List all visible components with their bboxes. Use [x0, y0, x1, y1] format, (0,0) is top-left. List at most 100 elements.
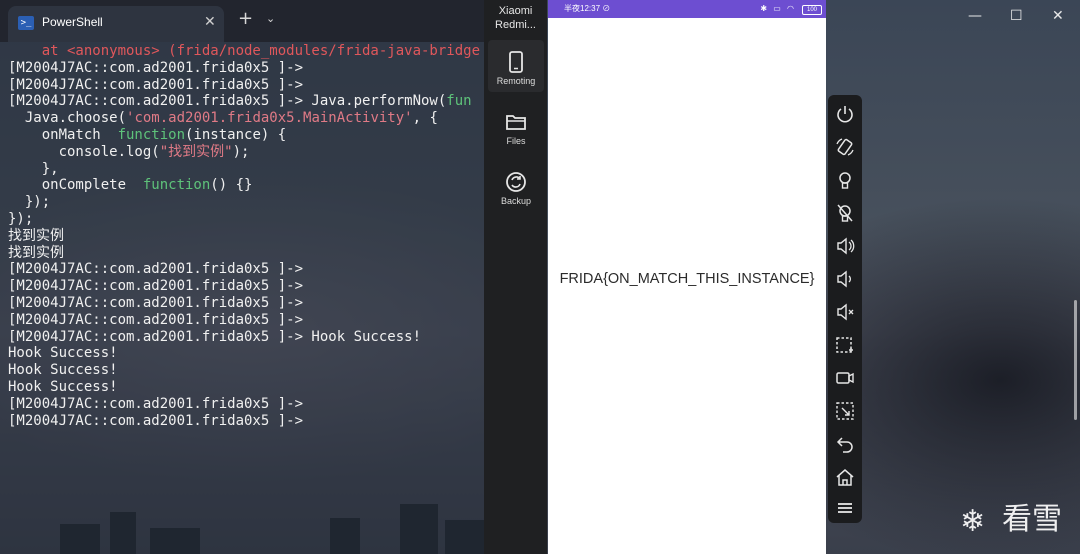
volume-down-button[interactable] [834, 268, 856, 290]
terminal-text-segment: }); [8, 210, 34, 227]
scrollbar[interactable] [1074, 300, 1077, 420]
terminal-line: }); [8, 194, 484, 211]
power-icon [837, 106, 853, 123]
terminal-text-segment: [M2004J7AC::com.ad2001.frida0x5 ]-> [8, 278, 304, 295]
terminal-line: [M2004J7AC::com.ad2001.frida0x5 ]-> [8, 60, 484, 77]
terminal-text-segment: "找到实例" [159, 143, 233, 160]
terminal-text-segment: Java.choose( [8, 110, 127, 127]
minimize-button[interactable]: — [968, 8, 982, 24]
terminal-text-segment: }); [8, 194, 51, 211]
terminal-text-segment: Hook Success! [8, 378, 118, 395]
terminal-text-segment: 找到实例 [8, 244, 64, 261]
terminal-line: 找到实例 [8, 228, 484, 245]
terminal-line: onMatch function(instance) { [8, 127, 484, 144]
volume-down-icon [837, 270, 851, 288]
record-button[interactable] [834, 367, 856, 389]
terminal-text-segment: onMatch [8, 126, 118, 143]
chevron-down-icon[interactable]: ⌄ [266, 12, 275, 25]
terminal-tab-bar: >_ PowerShell ✕ + ⌄ [0, 0, 484, 42]
terminal-text-segment: [M2004J7AC::com.ad2001.frida0x5 ]-> [8, 311, 304, 328]
terminal-text-segment: ); [232, 143, 250, 160]
device-sidebar: Xiaomi Redmi... Remoting Files Backup [484, 0, 547, 554]
screen-on-button[interactable] [834, 169, 856, 191]
menu-button[interactable] [834, 497, 856, 519]
region-capture-icon [836, 402, 854, 420]
terminal-line: Java.choose('com.ad2001.frida0x5.MainAct… [8, 110, 484, 127]
light-on-icon [839, 172, 851, 189]
sidebar-item-label: Remoting [496, 76, 536, 86]
tab-powershell[interactable]: >_ PowerShell ✕ [8, 6, 224, 42]
terminal-line: [M2004J7AC::com.ad2001.frida0x5 ]-> [8, 77, 484, 94]
rotate-button[interactable] [834, 136, 856, 158]
device-name-line2: Redmi... [495, 19, 536, 31]
terminal-line: console.log("找到实例"); [8, 144, 484, 161]
terminal-text-segment: onComplete [8, 177, 143, 194]
battery-icon: 100 [802, 5, 822, 15]
terminal-line: Hook Success! [8, 345, 484, 362]
terminal-text-segment: [M2004J7AC::com.ad2001.frida0x5 ]-> [8, 76, 304, 93]
menu-icon [838, 503, 852, 513]
terminal-line: }); [8, 211, 484, 228]
terminal-text-segment: fun [446, 93, 472, 110]
volume-up-icon [837, 237, 855, 255]
status-time: 半夜12:37 ⊘ [564, 4, 611, 13]
new-tab-icon[interactable]: + [238, 10, 253, 28]
terminal-line: [M2004J7AC::com.ad2001.frida0x5 ]-> [8, 312, 484, 329]
device-name: Xiaomi Redmi... [484, 4, 547, 32]
sidebar-item-backup[interactable]: Backup [488, 160, 544, 212]
volume-mute-icon [837, 303, 854, 321]
mute-button[interactable] [834, 301, 856, 323]
maximize-button[interactable]: ☐ [1010, 8, 1023, 24]
terminal-text-segment: 找到实例 [8, 227, 64, 244]
tab-close-icon[interactable]: ✕ [204, 14, 216, 30]
terminal-line: [M2004J7AC::com.ad2001.frida0x5 ]-> [8, 413, 484, 430]
snowflake-icon: ❄ [960, 504, 986, 539]
record-icon [836, 372, 854, 384]
terminal-text-segment: [M2004J7AC::com.ad2001.frida0x5 ]-> Hook… [8, 328, 422, 345]
home-button[interactable] [834, 466, 856, 488]
terminal-line: [M2004J7AC::com.ad2001.frida0x5 ]-> [8, 278, 484, 295]
terminal-line: [M2004J7AC::com.ad2001.frida0x5 ]-> [8, 261, 484, 278]
terminal-line: [M2004J7AC::com.ad2001.frida0x5 ]-> Java… [8, 93, 484, 110]
back-button[interactable] [834, 433, 856, 455]
terminal-line: [M2004J7AC::com.ad2001.frida0x5 ]-> [8, 295, 484, 312]
terminal-line: Hook Success! [8, 379, 484, 396]
flag-text: FRIDA{ON_MATCH_THIS_INSTANCE} [559, 271, 815, 287]
screenshot-icon [836, 337, 853, 353]
volume-up-button[interactable] [834, 235, 856, 257]
status-icons: ✱ ▭ ◠ [760, 4, 796, 13]
screenshot-button[interactable] [834, 334, 856, 356]
terminal-text-segment: [M2004J7AC::com.ad2001.frida0x5 ]-> [8, 261, 304, 278]
terminal-line: Hook Success! [8, 362, 484, 379]
phone-status-bar: 半夜12:37 ⊘ ✱ ▭ ◠ 100 [548, 0, 826, 18]
home-icon [836, 469, 854, 486]
phone-screen[interactable]: 半夜12:37 ⊘ ✱ ▭ ◠ 100 FRIDA{ON_MATCH_THIS_… [548, 0, 826, 554]
terminal-line: onComplete function() {} [8, 177, 484, 194]
terminal-text-segment: function [117, 126, 186, 143]
powershell-icon: >_ [18, 16, 34, 30]
light-off-icon [837, 204, 853, 222]
terminal-text-segment: console.log( [8, 143, 160, 160]
terminal-text-segment: [M2004J7AC::com.ad2001.frida0x5 ]-> Java… [8, 93, 447, 110]
region-capture-button[interactable] [834, 400, 856, 422]
power-button[interactable] [834, 103, 856, 125]
screen-off-button[interactable] [834, 202, 856, 224]
device-name-line1: Xiaomi [498, 5, 533, 17]
powershell-window: >_ PowerShell ✕ + ⌄ at <anonymous> (frid… [0, 0, 484, 554]
terminal-output[interactable]: at <anonymous> (frida/node_modules/frida… [8, 43, 484, 543]
back-icon [836, 437, 853, 453]
terminal-text-segment: () {} [210, 177, 253, 194]
close-button[interactable]: ✕ [1052, 8, 1064, 24]
terminal-text-segment: [M2004J7AC::com.ad2001.frida0x5 ]-> [8, 59, 304, 76]
status-extra-icon: ⊘ [602, 4, 611, 13]
sidebar-item-label: Files [506, 136, 526, 146]
terminal-line: }, [8, 161, 484, 178]
terminal-text-segment: [M2004J7AC::com.ad2001.frida0x5 ]-> [8, 395, 304, 412]
sidebar-item-files[interactable]: Files [488, 100, 544, 152]
terminal-text-segment: [M2004J7AC::com.ad2001.frida0x5 ]-> [8, 294, 304, 311]
watermark-text: 看雪 [1002, 502, 1062, 537]
sync-icon [506, 172, 526, 192]
terminal-text-segment: (instance) { [185, 126, 287, 143]
sidebar-item-remoting[interactable]: Remoting [488, 40, 544, 92]
terminal-text-segment: at <anonymous> (frida/node_modules/frida… [8, 43, 481, 59]
